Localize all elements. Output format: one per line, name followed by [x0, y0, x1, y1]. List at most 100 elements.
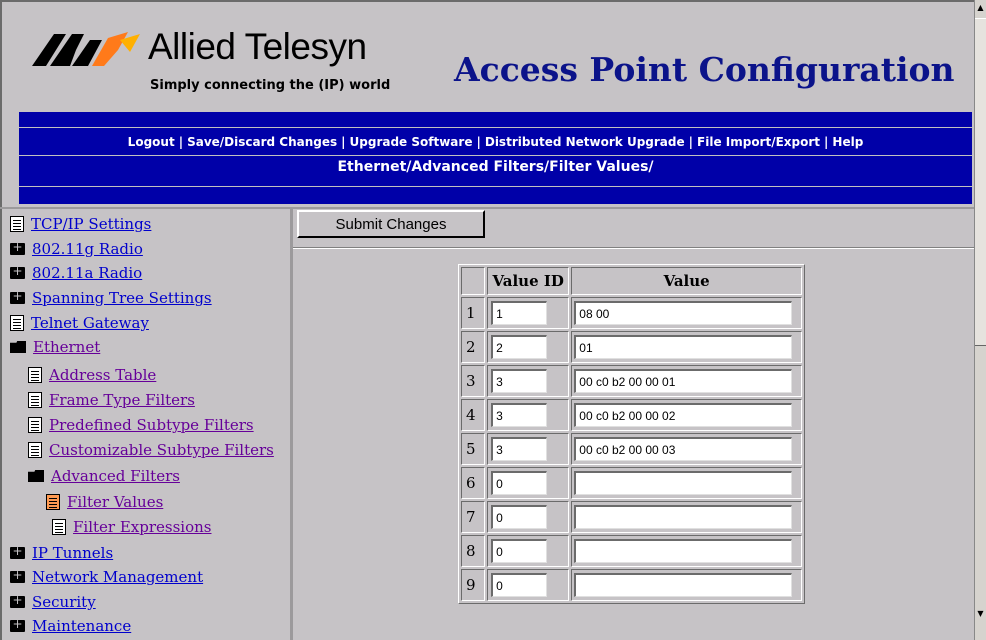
value-id-input[interactable] [491, 369, 548, 393]
sidebar-item-network-management[interactable]: Network Management [10, 566, 203, 588]
sidebar-item-maintenance[interactable]: Maintenance [10, 615, 131, 637]
value-id-input[interactable] [491, 403, 548, 427]
scroll-down-icon[interactable]: ▼ [976, 608, 985, 620]
id-cell [487, 569, 570, 601]
document-icon [10, 315, 24, 331]
folder-closed-icon[interactable] [10, 544, 25, 559]
sidebar-link[interactable]: Predefined Subtype Filters [49, 416, 254, 434]
sidebar-link[interactable]: Maintenance [32, 617, 131, 635]
sidebar-link[interactable]: Spanning Tree Settings [32, 289, 212, 307]
filter-values-table: Value ID Value 1 2 3 4 [458, 264, 805, 604]
value-id-input[interactable] [491, 301, 548, 325]
sidebar-link[interactable]: Filter Expressions [73, 518, 212, 536]
value-input[interactable] [574, 335, 793, 359]
document-active-icon [46, 494, 60, 510]
sidebar-item-address-table[interactable]: Address Table [28, 364, 156, 386]
nav-rule [19, 155, 972, 156]
id-cell [487, 331, 570, 363]
value-input[interactable] [574, 471, 793, 495]
sidebar-item-ethernet[interactable]: Ethernet [10, 336, 100, 358]
nav-link-upgrade-software[interactable]: Upgrade Software [350, 135, 473, 149]
folder-open-icon[interactable] [28, 470, 44, 482]
scroll-thumb[interactable] [975, 18, 986, 346]
sidebar-item-ip-tunnels[interactable]: IP Tunnels [10, 542, 113, 564]
value-id-input[interactable] [491, 573, 548, 597]
value-input[interactable] [574, 505, 793, 529]
row-number: 6 [461, 467, 486, 499]
sidebar-link[interactable]: 802.11a Radio [32, 264, 142, 282]
sidebar-link[interactable]: Network Management [32, 568, 203, 586]
corner-cell [461, 267, 486, 295]
sidebar-item-customizable-subtype-filters[interactable]: Customizable Subtype Filters [28, 439, 274, 461]
value-input[interactable] [574, 437, 793, 461]
folder-open-icon[interactable] [10, 341, 26, 353]
scroll-up-icon[interactable]: ▲ [976, 2, 985, 14]
header-frame: Allied Telesyn Simply connecting the (IP… [0, 0, 974, 209]
sidebar-item-80211g-radio[interactable]: 802.11g Radio [10, 238, 143, 260]
sidebar-item-spanning-tree[interactable]: Spanning Tree Settings [10, 287, 212, 309]
value-id-input[interactable] [491, 437, 548, 461]
value-input[interactable] [574, 573, 793, 597]
value-input[interactable] [574, 403, 793, 427]
value-id-input-focused[interactable] [491, 471, 548, 495]
value-cell [571, 297, 802, 329]
id-cell [487, 467, 570, 499]
nav-rule [19, 186, 972, 187]
sidebar-item-advanced-filters[interactable]: Advanced Filters [28, 465, 180, 487]
sidebar-link[interactable]: Frame Type Filters [49, 391, 195, 409]
value-id-input[interactable] [491, 505, 548, 529]
sidebar-link[interactable]: Address Table [49, 366, 156, 384]
folder-closed-icon[interactable] [10, 593, 25, 608]
value-cell [571, 467, 802, 499]
value-input[interactable] [574, 539, 793, 563]
folder-closed-icon[interactable] [10, 264, 25, 279]
sidebar-item-security[interactable]: Security [10, 591, 96, 613]
sidebar-link[interactable]: Advanced Filters [51, 467, 180, 485]
row-number: 2 [461, 331, 486, 363]
sidebar-item-80211a-radio[interactable]: 802.11a Radio [10, 262, 142, 284]
sidebar-link[interactable]: Security [32, 593, 96, 611]
folder-closed-icon[interactable] [10, 289, 25, 304]
value-id-input[interactable] [491, 335, 548, 359]
nav-link-distributed-network-upgrade[interactable]: Distributed Network Upgrade [485, 135, 685, 149]
folder-closed-icon[interactable] [10, 240, 25, 255]
value-input[interactable] [574, 369, 793, 393]
id-cell [487, 501, 570, 533]
submit-changes-button[interactable]: Submit Changes [297, 210, 485, 238]
vertical-scrollbar[interactable]: ▲ ▼ [974, 0, 986, 640]
table-row: 9 [461, 569, 802, 601]
document-icon [28, 442, 42, 458]
sidebar-link[interactable]: TCP/IP Settings [31, 215, 151, 233]
folder-closed-icon[interactable] [10, 568, 25, 583]
value-id-input[interactable] [491, 539, 548, 563]
sidebar-link[interactable]: 802.11g Radio [32, 240, 143, 258]
document-icon [10, 216, 24, 232]
sidebar-item-telnet-gateway[interactable]: Telnet Gateway [10, 312, 149, 334]
table-row: 2 [461, 331, 802, 363]
folder-closed-icon[interactable] [10, 617, 25, 632]
nav-link-save-discard[interactable]: Save/Discard Changes [187, 135, 337, 149]
row-number: 9 [461, 569, 486, 601]
table-row: 7 [461, 501, 802, 533]
value-cell [571, 331, 802, 363]
sidebar-link[interactable]: Ethernet [33, 338, 100, 356]
sidebar-link[interactable]: Customizable Subtype Filters [49, 441, 274, 459]
value-input[interactable] [574, 301, 793, 325]
row-number: 8 [461, 535, 486, 567]
nav-link-logout[interactable]: Logout [128, 135, 175, 149]
sidebar-item-predefined-subtype-filters[interactable]: Predefined Subtype Filters [28, 414, 254, 436]
column-header-value-id: Value ID [487, 267, 570, 295]
sidebar-item-tcpip-settings[interactable]: TCP/IP Settings [10, 213, 151, 235]
sidebar-link[interactable]: Telnet Gateway [31, 314, 149, 332]
nav-link-file-import-export[interactable]: File Import/Export [697, 135, 820, 149]
table-row: 5 [461, 433, 802, 465]
id-cell [487, 399, 570, 431]
nav-link-help[interactable]: Help [832, 135, 863, 149]
sidebar-item-filter-expressions[interactable]: Filter Expressions [52, 516, 212, 538]
sidebar-item-frame-type-filters[interactable]: Frame Type Filters [28, 389, 195, 411]
row-number: 7 [461, 501, 486, 533]
sidebar-link[interactable]: IP Tunnels [32, 544, 113, 562]
document-icon [28, 417, 42, 433]
sidebar-item-filter-values[interactable]: Filter Values [46, 491, 163, 513]
sidebar-link[interactable]: Filter Values [67, 493, 163, 511]
